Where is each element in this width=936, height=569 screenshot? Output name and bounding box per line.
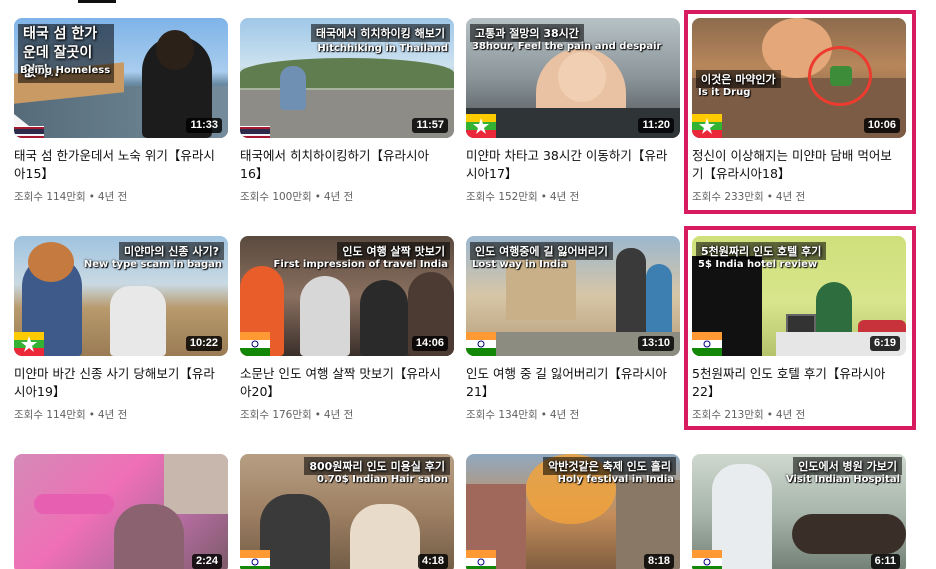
- video-thumbnail[interactable]: 인도 여행 살짝 맛보기 First impression of travel …: [240, 236, 454, 356]
- highlight-box: [684, 226, 916, 430]
- video-thumbnail[interactable]: 악반것같은 축제 인도 홀리 Holy festival in India 8:…: [466, 454, 680, 569]
- video-meta: 조회수 176만회 • 4년 전: [240, 409, 354, 421]
- video-thumbnail[interactable]: 800원짜리 인도 미용실 후기 0.70$ Indian Hair salon…: [240, 454, 454, 569]
- video-thumbnail[interactable]: 미얀마의 신종 사기? New type scam in bagan 10:22: [14, 236, 228, 356]
- highlight-box: [684, 10, 916, 214]
- thumbnail-overlay-subtitle: New type scam in bagan: [83, 259, 222, 270]
- video-card[interactable]: 인도 여행 살짝 맛보기 First impression of travel …: [240, 236, 454, 422]
- thumbnail-overlay-title: 인도에서 병원 가보기: [793, 457, 902, 475]
- upload-age: 4년 전: [97, 191, 128, 203]
- video-meta: 조회수 114만회 • 4년 전: [14, 191, 128, 203]
- thumbnail-overlay-subtitle: 0.70$ Indian Hair salon: [317, 474, 448, 485]
- video-duration: 10:22: [185, 336, 222, 351]
- video-meta: 조회수 100만회 • 4년 전: [240, 191, 354, 203]
- thumbnail-overlay-title: 미얀마의 신종 사기?: [119, 242, 224, 260]
- thailand-flag-icon: [14, 114, 44, 138]
- video-duration: 11:57: [412, 118, 448, 133]
- view-count: 조회수 100만회: [240, 191, 312, 203]
- video-thumbnail[interactable]: 인도에서 병원 가보기 Visit Indian Hospital 6:11: [692, 454, 906, 569]
- video-thumbnail[interactable]: 태국에서 히치하이킹 해보기 Hitchhiking in Thailand 1…: [240, 18, 454, 138]
- india-flag-icon: [466, 332, 496, 356]
- video-duration: 11:20: [638, 118, 674, 133]
- view-count: 조회수 114만회: [14, 191, 86, 203]
- thumbnail-overlay-title: 인도 여행 살짝 맛보기: [337, 242, 450, 260]
- view-count: 조회수 176만회: [240, 409, 312, 421]
- thumbnail-overlay-title: 악반것같은 축제 인도 홀리: [543, 457, 676, 475]
- video-card[interactable]: 인도에서 병원 가보기 Visit Indian Hospital 6:11: [692, 454, 906, 569]
- thumbnail-overlay-subtitle: Lost way in India: [472, 259, 568, 270]
- video-title[interactable]: 미얀마 바간 신종 사기 당해보기【유라시아19】: [14, 365, 228, 401]
- video-title[interactable]: 미얀마 차타고 38시간 이동하기【유라시아17】: [466, 147, 680, 183]
- video-card[interactable]: 미얀마의 신종 사기? New type scam in bagan 10:22…: [14, 236, 228, 422]
- video-meta: 조회수 134만회 • 4년 전: [466, 409, 580, 421]
- video-thumbnail[interactable]: 인도 여행중에 길 잃어버리기 Lost way in India 13:10: [466, 236, 680, 356]
- thumbnail-overlay-subtitle: Hitchhiking in Thailand: [317, 43, 448, 54]
- view-count: 조회수 134만회: [466, 409, 538, 421]
- india-flag-icon: [240, 550, 270, 569]
- thailand-flag-icon: [240, 126, 270, 138]
- upload-age: 4년 전: [549, 409, 580, 421]
- thumbnail-overlay-title: 태국에서 히치하이킹 해보기: [310, 24, 450, 42]
- video-duration: 8:18: [643, 554, 674, 569]
- video-duration: 4:18: [417, 554, 448, 569]
- video-meta: 조회수 152만회 • 4년 전: [466, 191, 580, 203]
- upload-age: 4년 전: [549, 191, 580, 203]
- thumbnail-overlay-subtitle: Visit Indian Hospital: [785, 474, 900, 485]
- video-meta: 조회수 114만회 • 4년 전: [14, 409, 128, 421]
- video-card[interactable]: 태국 섬 한가운데 잘곳이 없다.. Being Homeless 11:33 …: [14, 18, 228, 204]
- video-card[interactable]: 태국에서 히치하이킹 해보기 Hitchhiking in Thailand 1…: [240, 18, 454, 204]
- video-card[interactable]: 2:24: [14, 454, 228, 569]
- upload-age: 4년 전: [323, 409, 354, 421]
- thumbnail-overlay-title: 고통과 절망의 38시간: [470, 24, 584, 42]
- video-card[interactable]: 고통과 절망의 38시간 38hour, Feel the pain and d…: [466, 18, 680, 204]
- view-count: 조회수 152만회: [466, 191, 538, 203]
- video-title[interactable]: 태국 섬 한가운데서 노숙 위기【유라시아15】: [14, 147, 228, 183]
- video-title[interactable]: 태국에서 히치하이킹하기【유라시아16】: [240, 147, 454, 183]
- video-thumbnail[interactable]: 2:24: [14, 454, 228, 569]
- thumbnail-overlay-subtitle: First impression of travel India: [273, 259, 448, 270]
- video-title[interactable]: 인도 여행 중 길 잃어버리기【유라시아21】: [466, 365, 680, 401]
- thumbnail-overlay-subtitle: Being Homeless: [20, 65, 111, 76]
- thumbnail-overlay-subtitle: Holy festival in India: [557, 474, 674, 485]
- video-card[interactable]: 인도 여행중에 길 잃어버리기 Lost way in India 13:10 …: [466, 236, 680, 422]
- india-flag-icon: [240, 332, 270, 356]
- video-duration: 11:33: [186, 118, 222, 133]
- myanmar-flag-icon: [14, 332, 44, 356]
- upload-age: 4년 전: [323, 191, 354, 203]
- view-count: 조회수 114만회: [14, 409, 86, 421]
- video-duration: 14:06: [411, 336, 448, 351]
- upload-age: 4년 전: [97, 409, 128, 421]
- video-duration: 2:24: [191, 554, 222, 569]
- video-thumbnail[interactable]: 고통과 절망의 38시간 38hour, Feel the pain and d…: [466, 18, 680, 138]
- video-duration: 13:10: [637, 336, 674, 351]
- thumbnail-overlay-title: 인도 여행중에 길 잃어버리기: [470, 242, 613, 260]
- video-duration: 6:11: [870, 554, 900, 569]
- thumbnail-overlay-subtitle: 38hour, Feel the pain and despair: [472, 41, 662, 52]
- thumbnail-overlay-title: 800원짜리 인도 미용실 후기: [304, 457, 450, 475]
- video-card[interactable]: 800원짜리 인도 미용실 후기 0.70$ Indian Hair salon…: [240, 454, 454, 569]
- india-flag-icon: [466, 550, 496, 569]
- video-card[interactable]: 악반것같은 축제 인도 홀리 Holy festival in India 8:…: [466, 454, 680, 569]
- active-tab-indicator: [78, 0, 116, 3]
- video-thumbnail[interactable]: 태국 섬 한가운데 잘곳이 없다.. Being Homeless 11:33: [14, 18, 228, 138]
- video-title[interactable]: 소문난 인도 여행 살짝 맛보기【유라시아20】: [240, 365, 454, 401]
- myanmar-flag-icon: [466, 114, 496, 138]
- india-flag-icon: [692, 550, 722, 569]
